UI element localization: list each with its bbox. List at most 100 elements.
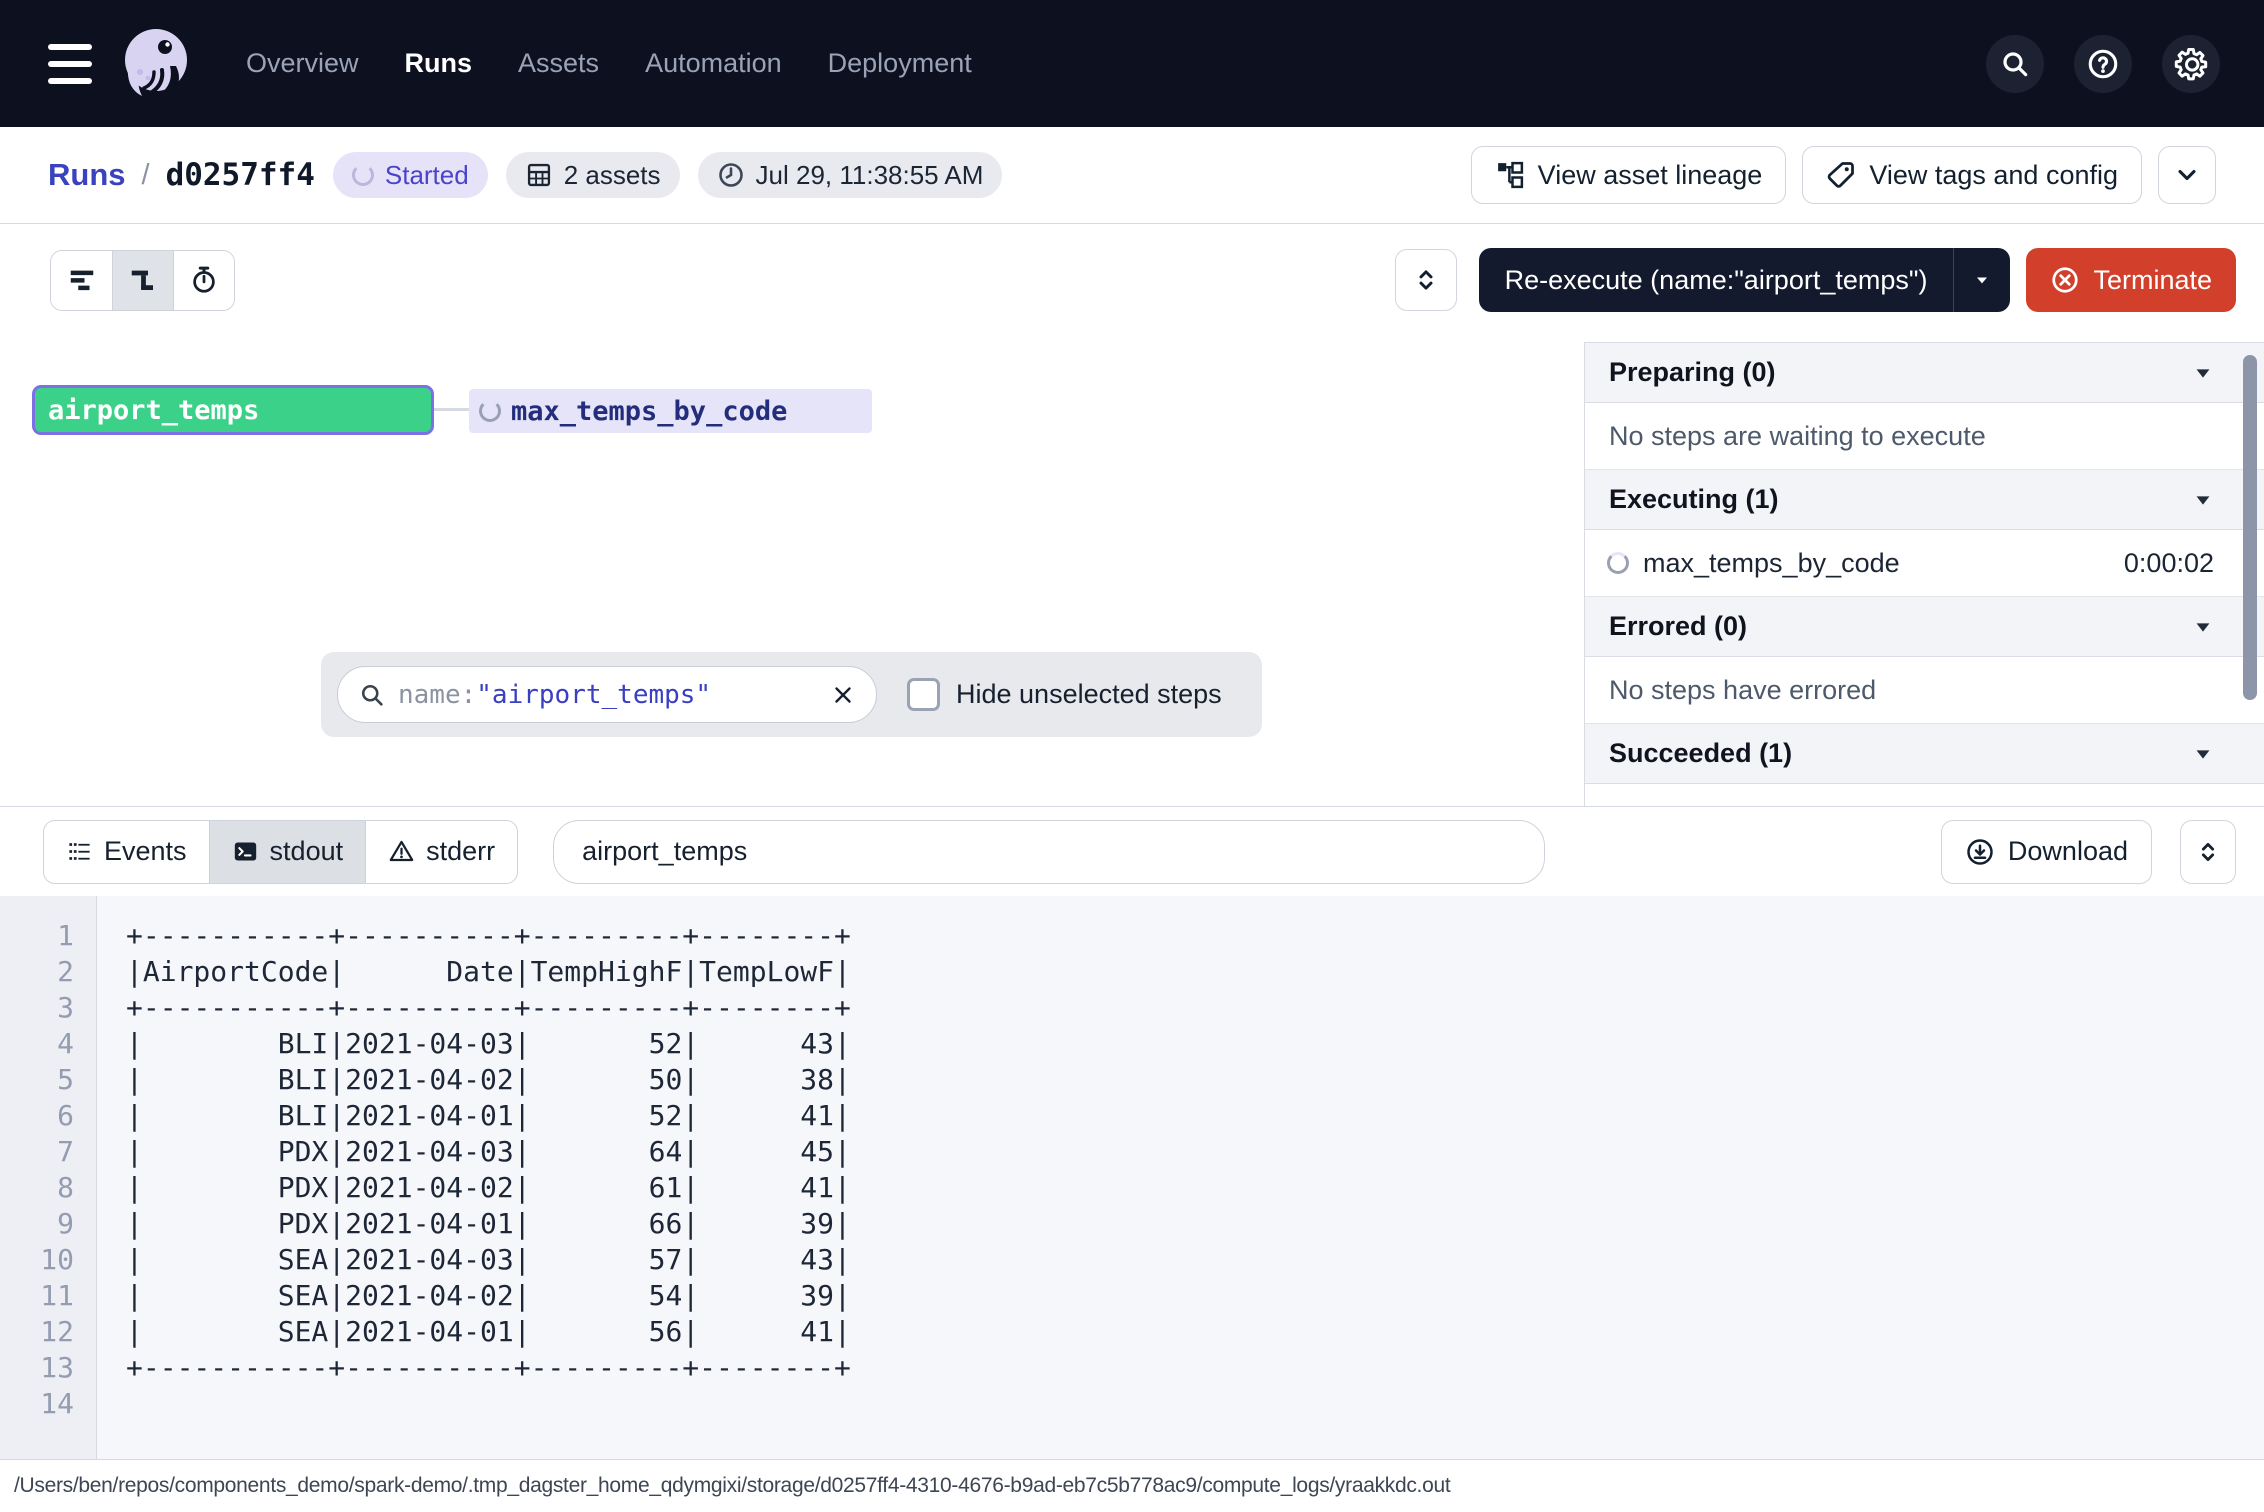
nav-item-runs[interactable]: Runs bbox=[405, 48, 473, 79]
tab-stderr[interactable]: stderr bbox=[365, 821, 517, 883]
log-line: 13+-----------+----------+---------+----… bbox=[0, 1350, 2264, 1386]
assets-count-badge[interactable]: 2 assets bbox=[506, 152, 680, 198]
gantt-timer-view-button[interactable] bbox=[173, 251, 234, 310]
step-query-input[interactable]: name:"airport_temps" bbox=[337, 666, 877, 723]
run-id: d0257ff4 bbox=[166, 157, 315, 193]
section-header-preparing[interactable]: Preparing (0) bbox=[1585, 343, 2264, 403]
view-tags-config-button[interactable]: View tags and config bbox=[1802, 146, 2142, 204]
caret-down-icon bbox=[1972, 270, 1992, 290]
log-lines: 1+-----------+----------+---------+-----… bbox=[0, 918, 2264, 1422]
caret-down-icon bbox=[2192, 362, 2214, 384]
nav-item-automation[interactable]: Automation bbox=[645, 48, 782, 79]
log-line: 8| PDX|2021-04-02| 61| 41| bbox=[0, 1170, 2264, 1206]
terminal-icon bbox=[232, 838, 259, 865]
stopwatch-icon bbox=[189, 265, 219, 295]
asset-grid-icon bbox=[525, 161, 553, 189]
run-header-more-button[interactable] bbox=[2158, 146, 2216, 204]
nav-item-assets[interactable]: Assets bbox=[518, 48, 599, 79]
log-line: 10| SEA|2021-04-03| 57| 43| bbox=[0, 1242, 2264, 1278]
waterfall-bars-icon bbox=[128, 265, 158, 295]
errored-empty-text: No steps have errored bbox=[1585, 657, 2264, 724]
log-line: 7| PDX|2021-04-03| 64| 45| bbox=[0, 1134, 2264, 1170]
view-asset-lineage-button[interactable]: View asset lineage bbox=[1471, 146, 1787, 204]
download-icon bbox=[1965, 837, 1995, 867]
nav-item-overview[interactable]: Overview bbox=[246, 48, 359, 79]
search-icon bbox=[1999, 48, 2031, 80]
flat-bars-icon bbox=[67, 265, 97, 295]
log-panel-resize-button[interactable] bbox=[2180, 820, 2236, 884]
warning-triangle-icon bbox=[388, 838, 415, 865]
running-spinner-icon bbox=[1607, 552, 1629, 574]
hamburger-menu-icon[interactable] bbox=[48, 44, 92, 84]
executing-step-name: max_temps_by_code bbox=[1643, 548, 1900, 579]
hide-unselected-label: Hide unselected steps bbox=[956, 679, 1222, 710]
gantt-flat-view-button[interactable] bbox=[51, 251, 112, 310]
caret-down-icon bbox=[2192, 616, 2214, 638]
preparing-empty-text: No steps are waiting to execute bbox=[1585, 403, 2264, 470]
log-line: 9| PDX|2021-04-01| 66| 39| bbox=[0, 1206, 2264, 1242]
terminate-button[interactable]: Terminate bbox=[2026, 248, 2236, 312]
step-box-airport-temps[interactable]: airport_temps bbox=[32, 385, 434, 435]
status-spinner-icon bbox=[352, 164, 374, 186]
settings-button[interactable] bbox=[2162, 35, 2220, 93]
caret-down-icon bbox=[2192, 489, 2214, 511]
log-file-path-bar: /Users/ben/repos/components_demo/spark-d… bbox=[0, 1459, 2264, 1512]
help-button[interactable] bbox=[2074, 35, 2132, 93]
run-header-actions: View asset lineage View tags and config bbox=[1471, 146, 2216, 204]
clock-icon bbox=[717, 161, 745, 189]
gantt-canvas: airport_temps max_temps_by_code name:"ai… bbox=[0, 335, 2264, 806]
log-line: 5| BLI|2021-04-02| 50| 38| bbox=[0, 1062, 2264, 1098]
section-header-succeeded[interactable]: Succeeded (1) bbox=[1585, 724, 2264, 784]
gantt-view-toggle bbox=[50, 250, 235, 311]
breadcrumb-separator: / bbox=[142, 159, 150, 192]
hide-unselected-checkbox[interactable] bbox=[907, 678, 940, 711]
close-icon bbox=[830, 682, 856, 708]
log-tabs: Events stdout stderr bbox=[43, 820, 518, 884]
log-toolbar: Events stdout stderr airport_te bbox=[0, 806, 2264, 896]
log-step-selector[interactable]: airport_temps bbox=[553, 820, 1545, 884]
steps-panel-scrollbar[interactable] bbox=[2243, 355, 2257, 700]
reexecute-button[interactable]: Re-execute (name:"airport_temps") bbox=[1479, 248, 1954, 312]
executing-step-row[interactable]: max_temps_by_code 0:00:02 bbox=[1585, 530, 2264, 597]
download-button[interactable]: Download bbox=[1941, 820, 2152, 884]
nav-item-deployment[interactable]: Deployment bbox=[828, 48, 972, 79]
panel-resize-button[interactable] bbox=[1395, 249, 1457, 311]
log-line: 2|AirportCode| Date|TempHighF|TempLowF| bbox=[0, 954, 2264, 990]
event-list-icon bbox=[66, 838, 93, 865]
dagster-logo[interactable] bbox=[118, 26, 194, 102]
log-line: 3+-----------+----------+---------+-----… bbox=[0, 990, 2264, 1026]
nav-right-icons bbox=[1986, 35, 2220, 93]
tab-events[interactable]: Events bbox=[44, 821, 209, 883]
section-header-errored[interactable]: Errored (0) bbox=[1585, 597, 2264, 657]
step-box-max-temps-by-code[interactable]: max_temps_by_code bbox=[469, 389, 872, 433]
reexecute-dropdown-button[interactable] bbox=[1953, 248, 2010, 312]
step-filter-bar: name:"airport_temps" Hide unselected ste… bbox=[321, 652, 1262, 737]
gear-icon bbox=[2173, 46, 2209, 82]
tab-stdout[interactable]: stdout bbox=[209, 821, 366, 883]
step-dependency-edge bbox=[434, 408, 469, 411]
clear-query-button[interactable] bbox=[830, 682, 856, 708]
section-header-executing[interactable]: Executing (1) bbox=[1585, 470, 2264, 530]
reexecute-button-group: Re-execute (name:"airport_temps") bbox=[1479, 248, 2011, 312]
circle-x-icon bbox=[2050, 265, 2080, 295]
chevron-down-icon bbox=[2173, 161, 2201, 189]
search-button[interactable] bbox=[1986, 35, 2044, 93]
up-down-chevrons-icon bbox=[1411, 265, 1441, 295]
log-file-path: /Users/ben/repos/components_demo/spark-d… bbox=[14, 1474, 1450, 1498]
query-value: "airport_temps" bbox=[476, 680, 711, 710]
log-line: 12| SEA|2021-04-01| 56| 41| bbox=[0, 1314, 2264, 1350]
tag-icon bbox=[1826, 160, 1856, 190]
breadcrumb-runs-link[interactable]: Runs bbox=[48, 157, 126, 193]
run-timestamp-badge: Jul 29, 11:38:55 AM bbox=[698, 152, 1003, 198]
octopus-logo-icon bbox=[118, 26, 194, 102]
up-down-chevrons-icon bbox=[2194, 838, 2222, 866]
gantt-waterfall-view-button[interactable] bbox=[112, 251, 173, 310]
run-header-row: Runs / d0257ff4 Started 2 assets Jul 29,… bbox=[0, 127, 2264, 224]
log-line: 4| BLI|2021-04-03| 52| 43| bbox=[0, 1026, 2264, 1062]
stdout-log-view: 1+-----------+----------+---------+-----… bbox=[0, 896, 2264, 1459]
search-icon bbox=[358, 681, 386, 709]
log-line: 14 bbox=[0, 1386, 2264, 1422]
help-icon bbox=[2086, 47, 2120, 81]
top-nav: Overview Runs Assets Automation Deployme… bbox=[0, 0, 2264, 127]
hide-unselected-steps-control: Hide unselected steps bbox=[907, 678, 1222, 711]
